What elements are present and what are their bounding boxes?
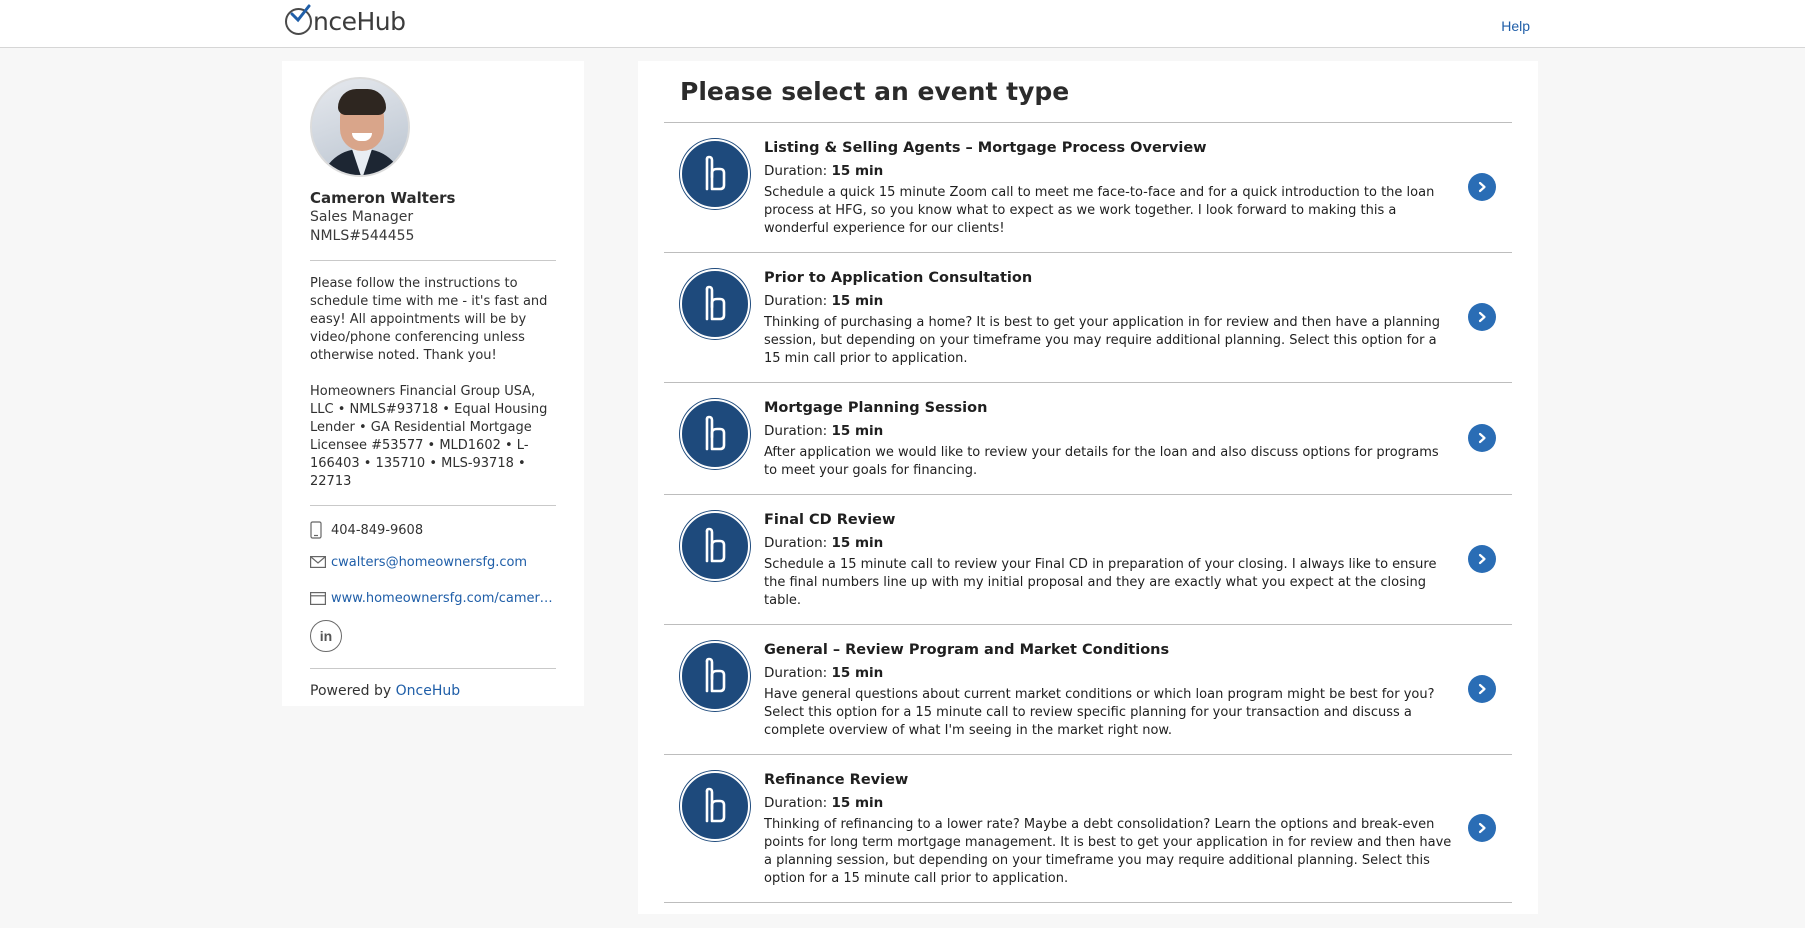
divider	[310, 260, 556, 261]
event-description: After application we would like to revie…	[764, 445, 1439, 478]
event-body: General – Review Program and Market Cond…	[750, 641, 1512, 740]
contact-website: www.homeownersfg.com/cameron...	[310, 588, 556, 608]
email-link[interactable]: cwalters@homeownersfg.com	[331, 555, 527, 570]
event-item-6[interactable]: Refinance Review Duration: 15 min Thinki…	[664, 755, 1512, 903]
envelope-icon	[310, 556, 331, 568]
event-duration: Duration: 15 min	[764, 664, 1452, 682]
page-title: Please select an event type	[664, 75, 1512, 123]
divider	[310, 668, 556, 669]
event-title: Mortgage Planning Session	[764, 400, 988, 416]
divider	[310, 505, 556, 506]
event-duration: Duration: 15 min	[764, 794, 1452, 812]
event-body: Prior to Application Consultation Durati…	[750, 269, 1512, 368]
profile-panel: Cameron Walters Sales Manager NMLS#54445…	[282, 61, 584, 706]
logo-text: nceHub	[313, 6, 406, 36]
powered-by: Powered by OnceHub	[310, 683, 556, 699]
duration-label: Duration:	[764, 293, 828, 309]
phone-number: 404-849-9608	[331, 522, 424, 538]
event-list: Listing & Selling Agents – Mortgage Proc…	[664, 123, 1512, 903]
oncehub-mark-icon	[680, 771, 750, 841]
avatar	[310, 77, 410, 177]
event-item-1[interactable]: Listing & Selling Agents – Mortgage Proc…	[664, 123, 1512, 253]
chevron-right-icon[interactable]	[1468, 813, 1496, 842]
chevron-right-icon[interactable]	[1468, 302, 1496, 331]
duration-label: Duration:	[764, 665, 828, 681]
contact-email: cwalters@homeownersfg.com	[310, 552, 556, 572]
oncehub-mark-icon	[680, 139, 750, 209]
profile-role: Sales Manager	[310, 209, 414, 225]
browser-icon	[310, 591, 331, 605]
event-description: Schedule a quick 15 minute Zoom call to …	[764, 185, 1435, 236]
oncehub-mark-icon	[680, 511, 750, 581]
event-item-4[interactable]: Final CD Review Duration: 15 min Schedul…	[664, 495, 1512, 625]
event-duration: Duration: 15 min	[764, 292, 1452, 310]
duration-label: Duration:	[764, 423, 828, 439]
event-title: Prior to Application Consultation	[764, 270, 1033, 286]
profile-nmls: NMLS#544455	[310, 228, 415, 244]
top-bar: nceHub Help	[0, 0, 1805, 48]
contact-phone: 404-849-9608	[310, 520, 556, 540]
linkedin-label: in	[319, 628, 333, 644]
duration-value: 15 min	[831, 163, 884, 179]
chevron-right-icon[interactable]	[1468, 172, 1496, 201]
event-selection-panel: Please select an event type Listing & Se…	[638, 61, 1538, 914]
event-title: General – Review Program and Market Cond…	[764, 642, 1170, 658]
event-item-3[interactable]: Mortgage Planning Session Duration: 15 m…	[664, 383, 1512, 495]
event-description: Thinking of purchasing a home? It is bes…	[764, 315, 1441, 366]
event-title: Refinance Review	[764, 772, 909, 788]
event-duration: Duration: 15 min	[764, 162, 1452, 180]
profile-name: Cameron Walters	[310, 189, 456, 207]
oncehub-mark-icon	[680, 269, 750, 339]
event-item-5[interactable]: General – Review Program and Market Cond…	[664, 625, 1512, 755]
powered-by-link[interactable]: OnceHub	[396, 683, 461, 699]
duration-label: Duration:	[764, 163, 828, 179]
company-info: Homeowners Financial Group USA, LLC • NM…	[310, 384, 548, 489]
oncehub-mark-icon	[680, 641, 750, 711]
event-description: Thinking of refinancing to a lower rate?…	[764, 817, 1452, 886]
event-description: Schedule a 15 minute call to review your…	[764, 557, 1437, 608]
event-title: Listing & Selling Agents – Mortgage Proc…	[764, 140, 1207, 156]
duration-label: Duration:	[764, 535, 828, 551]
duration-value: 15 min	[831, 423, 884, 439]
event-description: Have general questions about current mar…	[764, 687, 1435, 738]
event-duration: Duration: 15 min	[764, 422, 1452, 440]
event-body: Mortgage Planning Session Duration: 15 m…	[750, 399, 1512, 480]
powered-by-prefix: Powered by	[310, 683, 392, 699]
chevron-right-icon[interactable]	[1468, 544, 1496, 573]
event-body: Refinance Review Duration: 15 min Thinki…	[750, 771, 1512, 888]
event-body: Final CD Review Duration: 15 min Schedul…	[750, 511, 1512, 610]
event-title: Final CD Review	[764, 512, 896, 528]
oncehub-logo[interactable]: nceHub	[285, 4, 406, 36]
duration-value: 15 min	[831, 293, 884, 309]
event-item-2[interactable]: Prior to Application Consultation Durati…	[664, 253, 1512, 383]
duration-value: 15 min	[831, 535, 884, 551]
chevron-right-icon[interactable]	[1468, 423, 1496, 452]
profile-intro: Please follow the instructions to schedu…	[310, 276, 548, 363]
event-body: Listing & Selling Agents – Mortgage Proc…	[750, 139, 1512, 238]
help-link[interactable]: Help	[1501, 18, 1530, 34]
linkedin-icon[interactable]: in	[310, 620, 342, 652]
duration-label: Duration:	[764, 795, 828, 811]
event-duration: Duration: 15 min	[764, 534, 1452, 552]
chevron-right-icon[interactable]	[1468, 674, 1496, 703]
phone-icon	[310, 521, 331, 539]
duration-value: 15 min	[831, 665, 884, 681]
oncehub-mark-icon	[680, 399, 750, 469]
duration-value: 15 min	[831, 795, 884, 811]
logo-check-icon	[285, 4, 312, 35]
website-link[interactable]: www.homeownersfg.com/cameron...	[331, 591, 556, 606]
